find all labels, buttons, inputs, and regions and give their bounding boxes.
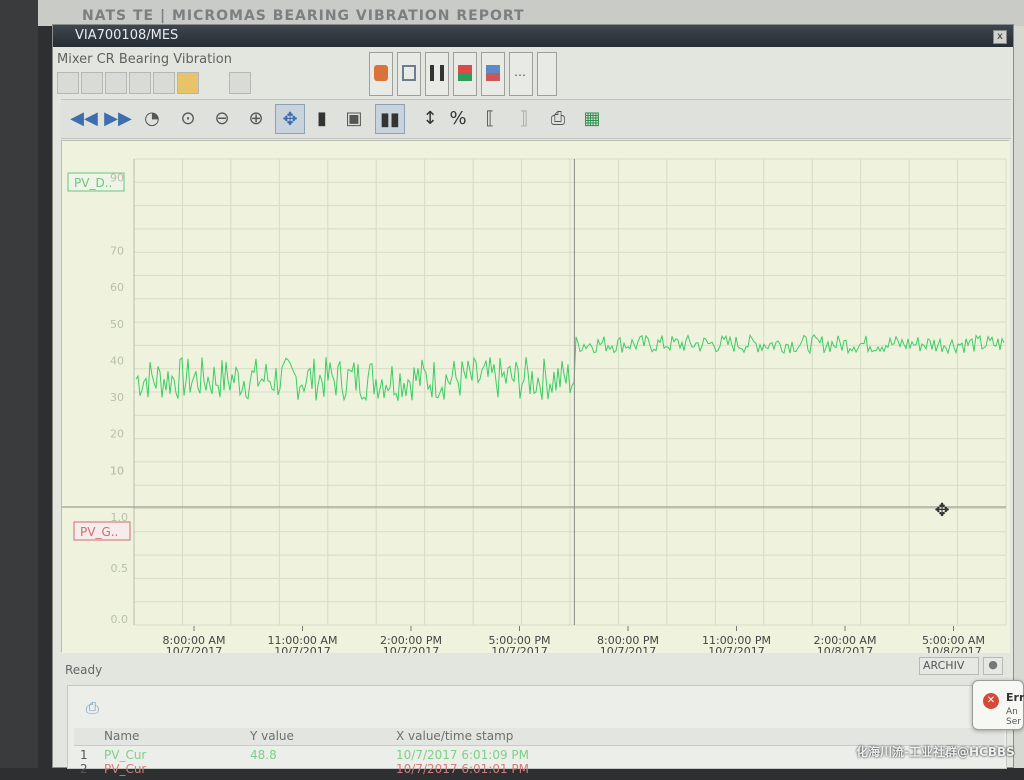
previous-icon[interactable]: ▶▶ — [103, 104, 133, 134]
zoom-in-icon[interactable]: ⊕ — [241, 104, 271, 134]
zoom-area-icon[interactable]: ⊙ — [173, 104, 203, 134]
column-name: Name — [104, 729, 140, 743]
bracket-icon[interactable]: ⟦ — [475, 104, 505, 134]
y-tick-label-lower: 1.0 — [111, 511, 129, 524]
tool-document-icon[interactable] — [397, 52, 421, 96]
row-y-value: 48.8 — [250, 748, 277, 762]
cursor-value-label: 10 — [110, 464, 124, 477]
panel-caption: Mixer CR Bearing Vibration — [57, 52, 232, 67]
panel-button-5[interactable] — [153, 72, 175, 94]
x-tick-date: 10/7/2017 — [600, 645, 656, 653]
lock-icon[interactable] — [177, 72, 199, 94]
print-icon[interactable]: ⎙ — [543, 104, 573, 134]
move-icon[interactable]: ✥ — [275, 104, 305, 134]
x-tick-date: 10/8/2017 — [925, 645, 981, 653]
row-x-value: 10/7/2017 6:01:09 PM — [396, 748, 530, 762]
background-top: NATS TE | MICROMAS BEARING VIBRATION REP… — [38, 0, 1024, 26]
error-text: An Ser — [1006, 707, 1021, 727]
scale-icon[interactable]: ↕ — [415, 104, 445, 134]
trend-chart[interactable]: PV_D.. PV_G.. 90 70 60 50 40 30 20 10 1.0 0.5 0.0 8:0… — [61, 140, 1010, 653]
panel-button-4[interactable] — [129, 72, 151, 94]
ruler-icon[interactable]: ▣ — [339, 104, 369, 134]
panel-button-2[interactable] — [81, 72, 103, 94]
panel-button-3[interactable] — [105, 72, 127, 94]
trend-toolbar: ◀◀ ▶▶ ◔ ⊙ ⊖ ⊕ ✥ ▮ ▣ ▮▮ ↕ % ⟦ ⟧ ⎙ ▦ — [61, 99, 1011, 139]
y-tick-label-lower: 0.0 — [111, 613, 129, 626]
row-index: 2 — [80, 762, 88, 776]
move-cursor-icon: ✥ — [934, 500, 949, 521]
x-tick-date: 10/7/2017 — [491, 645, 547, 653]
percent-icon[interactable]: % — [443, 104, 473, 134]
y-tick-label-upper: 30 — [110, 391, 124, 404]
trend-svg: PV_D..PV_G..90706050403020101.00.50.08:0… — [62, 141, 1010, 653]
row-name: PV_Cur — [104, 748, 147, 762]
y-tick-label-upper: 50 — [110, 318, 124, 331]
x-tick-date: 10/7/2017 — [708, 645, 764, 653]
status-bar: Ready ARCHIV ● — [61, 657, 1009, 679]
x-tick-date: 10/7/2017 — [166, 645, 222, 653]
panel-button-1[interactable] — [57, 72, 79, 94]
error-line-2: Ser — [1006, 717, 1021, 727]
y-tick-label-lower: 0.5 — [111, 562, 129, 575]
series-label-upper: PV_D.. — [74, 176, 112, 190]
trend-window: VIA700108/MES x Mixer CR Bearing Vibrati… — [52, 24, 1014, 776]
x-tick-date: 10/7/2017 — [383, 645, 439, 653]
tool-window-icon[interactable] — [537, 52, 557, 96]
error-line-1: An — [1006, 707, 1018, 717]
series-label-lower: PV_G.. — [80, 525, 118, 539]
table-row[interactable]: 2 PV_Cur 10/7/2017 6:01:01 PM — [74, 762, 1004, 780]
window-title: VIA700108/MES — [75, 28, 179, 43]
error-balloon[interactable]: ✕ Err An Ser — [972, 680, 1024, 730]
x-tick-date: 10/7/2017 — [274, 645, 330, 653]
column-x-value: X value/time stamp — [396, 729, 514, 743]
error-icon: ✕ — [983, 693, 999, 709]
column-y-value: Y value — [250, 729, 294, 743]
chart-background — [62, 141, 1010, 653]
close-button[interactable]: x — [993, 30, 1007, 44]
export-icon[interactable]: ▦ — [577, 104, 607, 134]
archive-status-icon[interactable]: ● — [983, 657, 1003, 675]
y-tick-label-upper: 40 — [110, 354, 124, 367]
archive-button[interactable]: ARCHIV — [919, 657, 979, 675]
y-tick-label-upper: 90 — [110, 171, 124, 184]
title-bar[interactable]: VIA700108/MES x — [53, 25, 1013, 47]
row-name: PV_Cur — [104, 762, 147, 776]
x-tick-date: 10/8/2017 — [817, 645, 873, 653]
disabled-icon: ⟧ — [519, 108, 529, 129]
first-icon[interactable]: ◀◀ — [69, 104, 99, 134]
y-tick-label-upper: 70 — [110, 245, 124, 258]
print-table-icon[interactable]: ⎙ — [86, 698, 108, 717]
zoom-out-icon[interactable]: ⊖ — [207, 104, 237, 134]
background-left — [0, 0, 38, 768]
stop-icon[interactable]: ▮▮ — [375, 104, 405, 134]
y-tick-label-upper: 20 — [110, 428, 124, 441]
tool-more-icon[interactable]: … — [509, 52, 533, 96]
row-x-value: 10/7/2017 6:01:01 PM — [396, 762, 530, 776]
row-index: 1 — [80, 748, 88, 762]
background-title: NATS TE | MICROMAS BEARING VIBRATION REP… — [82, 8, 525, 24]
status-text: Ready — [65, 663, 103, 677]
tool-trend-icon[interactable] — [453, 52, 477, 96]
tool-run-icon[interactable] — [369, 52, 393, 96]
watermark: 化海川流-工业社群@HCBBS — [856, 745, 1015, 759]
select-axis-icon[interactable]: ▮ — [307, 104, 337, 134]
y-tick-label-upper: 60 — [110, 281, 124, 294]
tool-split-icon[interactable] — [425, 52, 449, 96]
tool-table-icon[interactable] — [481, 52, 505, 96]
error-title: Err — [1006, 691, 1024, 704]
clock-icon[interactable]: ◔ — [137, 104, 167, 134]
panel-button-7[interactable] — [229, 72, 251, 94]
